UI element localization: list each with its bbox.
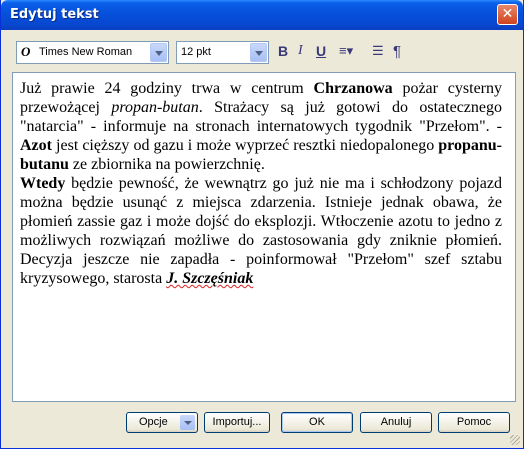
cancel-button[interactable]: Anuluj [360,412,432,433]
document-text[interactable]: Już prawie 24 godziny trwa w centrum Chr… [20,79,502,288]
options-label: Opcje [139,416,168,428]
font-size-value: 12 pkt [181,46,211,58]
options-button[interactable]: Opcje [126,412,198,433]
paragraph-2: Wtedy będzie pewność, że wewnątrz go już… [20,174,502,288]
edit-text-dialog: Edytuj tekst ✕ O Times New Roman 12 pkt … [0,0,524,449]
text-run: Już prawie 24 godziny trwa w centrum [20,80,314,97]
show-formatting-button[interactable]: ¶ [393,43,401,61]
text-editor[interactable]: Już prawie 24 godziny trwa w centrum Chr… [12,72,516,402]
paragraph-1: Już prawie 24 godziny trwa w centrum Chr… [20,79,502,174]
chevron-down-icon[interactable] [150,43,167,62]
chevron-down-icon[interactable] [180,415,195,430]
italic-run: propan-butan [111,99,199,116]
bold-run: Azot [20,137,52,154]
title-bar[interactable]: Edytuj tekst ✕ [1,0,523,30]
chevron-down-icon[interactable] [250,43,267,62]
import-button[interactable]: Importuj... [204,412,270,433]
bullet-list-button[interactable]: ☰ [372,43,384,61]
close-button[interactable]: ✕ [497,4,518,25]
format-toolbar: O Times New Roman 12 pkt B I U ≡▾ ☰ ¶ [6,35,518,65]
text-run: ze zbiornika na powierzchnię. [68,156,265,173]
bold-run: Chrzanowa [313,80,393,97]
resize-grip[interactable] [510,435,520,445]
font-size-select[interactable]: 12 pkt [176,41,269,64]
font-type-icon: O [21,44,31,59]
ok-button[interactable]: OK [281,412,353,433]
italic-button[interactable]: I [298,43,303,61]
help-button[interactable]: Pomoc [438,412,510,433]
text-run: będzie pewność, że wewnątrz go już nie m… [20,175,502,287]
text-run: jest cięższy od gazu i może wyprzeć resz… [51,137,439,154]
font-family-value: Times New Roman [39,46,133,58]
window-title: Edytuj tekst [10,7,99,22]
align-button[interactable]: ≡▾ [339,43,353,61]
font-family-select[interactable]: O Times New Roman [16,41,169,64]
bold-button[interactable]: B [278,43,288,61]
bold-run: Wtedy [20,175,66,192]
underline-button[interactable]: U [316,43,326,61]
bold-italic-run: J. Szczęśniak [166,270,254,287]
